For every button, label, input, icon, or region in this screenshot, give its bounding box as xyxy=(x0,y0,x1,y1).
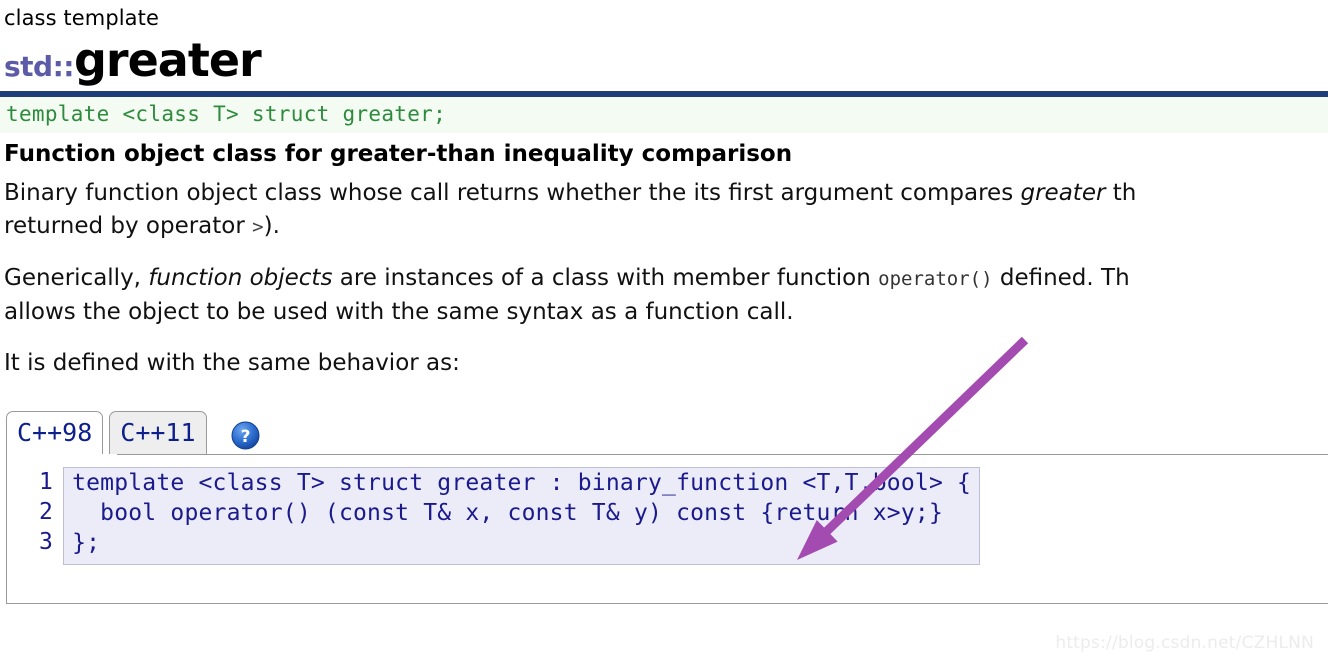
title-namespace: std:: xyxy=(4,50,75,83)
p2-text-a: Generically, xyxy=(4,265,149,292)
prototype-signature: template <class T> struct greater; xyxy=(0,97,1328,133)
line-number: 3 xyxy=(39,529,54,556)
p2-emphasis-function-objects: function objects xyxy=(148,265,333,292)
description-paragraph-1: Binary function object class whose call … xyxy=(0,167,1328,244)
tab-cpp98[interactable]: C++98 xyxy=(6,411,104,455)
section-heading: Function object class for greater-than i… xyxy=(4,141,793,167)
description-paragraph-2: Generically, function objects are instan… xyxy=(0,244,1328,329)
paragraph-2-line-2: allows the object to be used with the sa… xyxy=(4,299,794,326)
watermark: https://blog.csdn.net/CZHLNN xyxy=(1055,633,1314,653)
p1-text-d: ). xyxy=(263,213,280,240)
paragraph-1-line-2: returned by operator >). xyxy=(4,210,1328,244)
help-icon[interactable]: ? xyxy=(231,421,260,450)
p1-text-b: th xyxy=(1105,180,1137,207)
greater-than-operator-symbol: > xyxy=(252,216,264,239)
reference-page: class template std::greater template <cl… xyxy=(0,0,1328,663)
code-line-numbers: 1 2 3 xyxy=(39,467,63,565)
code-line: template <class T> struct greater : bina… xyxy=(72,470,972,497)
p1-emphasis-greater: greater xyxy=(1020,180,1106,207)
p2-text-c: defined. Th xyxy=(992,265,1130,292)
code-panel: 1 2 3 template <class T> struct greater … xyxy=(6,454,1328,605)
description-paragraph-3: It is defined with the same behavior as: xyxy=(0,329,1328,380)
operator-call-code: operator() xyxy=(878,268,993,291)
svg-text:?: ? xyxy=(240,427,250,447)
p1-text-a: Binary function object class whose call … xyxy=(4,180,1021,207)
version-tabs-container: C++98 C++11 ? xyxy=(0,406,1328,455)
code-line: }; xyxy=(72,530,101,557)
p2-text-b: are instances of a class with member fun… xyxy=(332,265,879,292)
code-block[interactable]: template <class T> struct greater : bina… xyxy=(63,467,981,566)
page-title: std::greater xyxy=(0,29,1328,83)
version-tabs: C++98 C++11 ? xyxy=(6,406,1328,455)
code-line: bool operator() (const T& x, const T& y)… xyxy=(72,500,943,527)
paragraph-1-line-1: Binary function object class whose call … xyxy=(4,177,1328,210)
code-inner: 1 2 3 template <class T> struct greater … xyxy=(7,455,1328,566)
paragraph-3-line-1: It is defined with the same behavior as: xyxy=(4,350,460,377)
page-kicker: class template xyxy=(4,6,160,30)
p1-text-c: returned by operator xyxy=(4,213,253,240)
paragraph-2-line-1: Generically, function objects are instan… xyxy=(4,262,1328,296)
line-number: 1 xyxy=(39,469,54,496)
tab-cpp11[interactable]: C++11 xyxy=(109,411,207,455)
line-number: 2 xyxy=(39,499,54,526)
title-name: greater xyxy=(74,33,262,87)
